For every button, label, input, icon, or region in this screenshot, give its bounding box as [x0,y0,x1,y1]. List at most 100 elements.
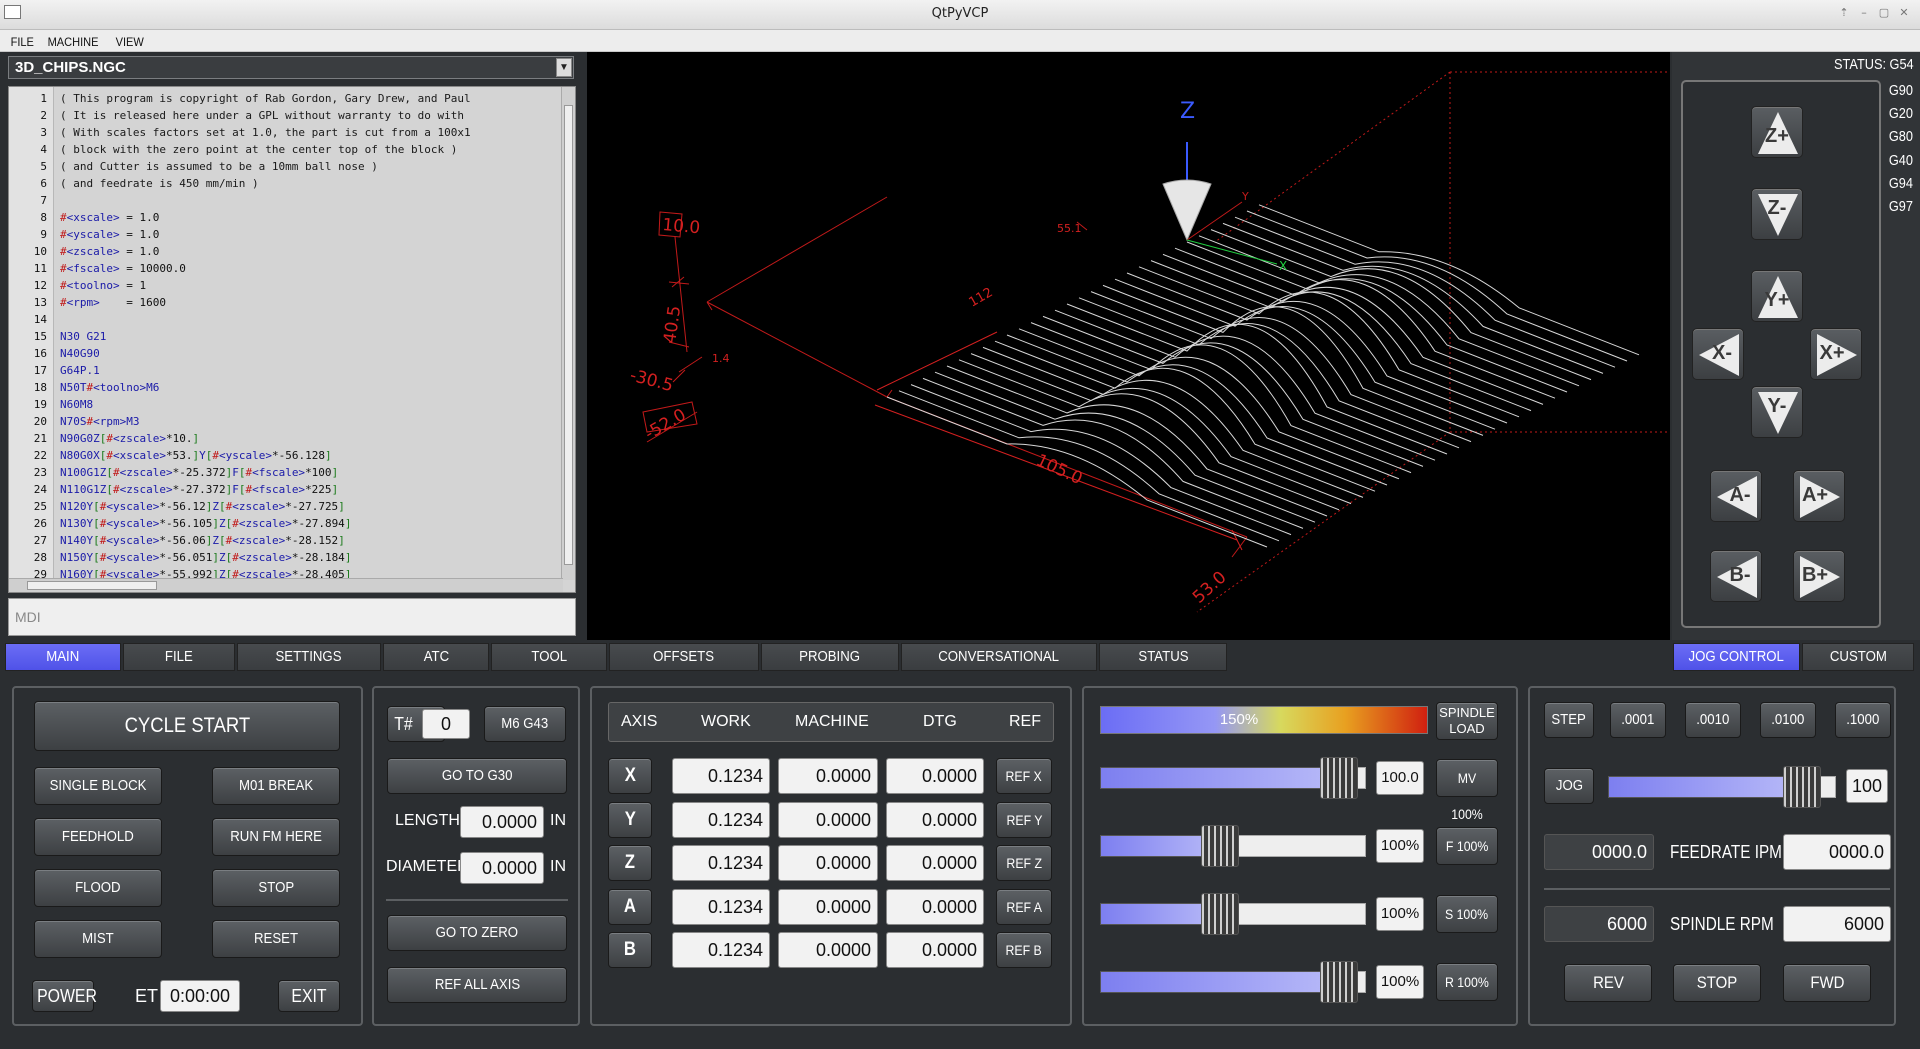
code-line[interactable]: 20 N70S#<rpm>M3 [9,413,575,430]
f-override-reset-button[interactable]: F 100% [1436,827,1498,865]
flood-button[interactable]: FLOOD [34,869,162,907]
code-line[interactable]: 25 N120Y[#<yscale>*-56.12]Z[#<zscale>*-27… [9,498,575,515]
m6-g43-button[interactable]: M6 G43 [484,706,566,742]
file-selector[interactable]: 3D_CHIPS.NGC ▼ [8,56,574,79]
jog-y-minus-button[interactable]: Y- [1751,386,1803,438]
tab-file[interactable]: FILE [123,643,235,671]
mv-override-reset-button[interactable]: MV 100% [1436,759,1498,822]
tab-conversational[interactable]: CONVERSATIONAL [901,643,1097,671]
close-icon[interactable]: ✕ [1898,7,1910,19]
code-line[interactable]: 8 #<xscale> = 1.0 [9,209,575,226]
backplot-viewport[interactable]: 10.0 40.5 -30.5 -52.0 105.0 53.0 112 55.… [587,52,1670,640]
jog-speed-slider[interactable] [1608,766,1836,808]
code-line[interactable]: 18 N50T#<toolno>M6 [9,379,575,396]
stop-button[interactable]: STOP [212,869,340,907]
jog-x-plus-button[interactable]: X+ [1810,328,1862,380]
spindle-stop-button[interactable]: STOP [1673,964,1761,1002]
code-line[interactable]: 7 [9,192,575,209]
menu-machine[interactable]: MACHINE [43,30,105,51]
keep-above-icon[interactable]: ⇡ [1838,7,1850,19]
code-line[interactable]: 22 N80G0X[#<xscale>*53.]Y[#<yscale>*-56.1… [9,447,575,464]
ref-z-button[interactable]: REF Z [996,845,1052,881]
jog-b-minus-button[interactable]: B- [1710,550,1762,602]
gcode-editor[interactable]: 1 ( This program is copyright of Rab Gord… [8,86,576,593]
chevron-down-icon[interactable]: ▼ [556,58,572,77]
slider-handle[interactable] [1320,757,1358,799]
spindle-rpm-set[interactable]: 6000 [1783,906,1891,942]
jog-z-minus-button[interactable]: Z- [1751,188,1803,240]
code-line[interactable]: 3 ( With scales factors set at 1.0, the p… [9,124,575,141]
menu-file[interactable]: FILE [6,30,40,51]
s-override-slider[interactable] [1100,893,1366,935]
jog-a-plus-button[interactable]: A+ [1793,470,1845,522]
code-line[interactable]: 19 N60M8 [9,396,575,413]
code-line[interactable]: 12 #<toolno> = 1 [9,277,575,294]
axis-z-button[interactable]: Z [608,845,652,881]
axis-x-button[interactable]: X [608,758,652,794]
slider-handle[interactable] [1783,766,1821,808]
go-to-zero-button[interactable]: GO TO ZERO [387,915,567,951]
scroll-thumb[interactable] [564,105,573,565]
code-line[interactable]: 10 #<zscale> = 1.0 [9,243,575,260]
m01-break-button[interactable]: M01 BREAK [212,767,340,805]
axis-b-button[interactable]: B [608,932,652,968]
reset-button[interactable]: RESET [212,920,340,958]
step-1000-button[interactable]: .1000 [1835,702,1891,738]
r-override-slider[interactable] [1100,961,1366,1003]
s-override-reset-button[interactable]: S 100% [1436,895,1498,933]
tab-custom[interactable]: CUSTOM [1802,643,1914,671]
work-position-x[interactable]: 0.1234 [672,758,770,794]
editor-vertical-scrollbar[interactable] [561,87,575,580]
jog-y-plus-button[interactable]: Y+ [1751,270,1803,322]
code-line[interactable]: 13 #<rpm> = 1600 [9,294,575,311]
axis-y-button[interactable]: Y [608,801,652,838]
tab-status[interactable]: STATUS [1099,643,1227,671]
tab-atc[interactable]: ATC [383,643,489,671]
slider-handle[interactable] [1201,825,1239,867]
mv-override-slider[interactable] [1100,757,1366,799]
jog-b-plus-button[interactable]: B+ [1793,550,1845,602]
ref-a-button[interactable]: REF A [996,888,1052,925]
code-line[interactable]: 1 ( This program is copyright of Rab Gord… [9,90,575,107]
jog-z-plus-button[interactable]: Z+ [1751,106,1803,158]
maximize-icon[interactable]: ▢ [1878,7,1890,19]
step-0100-button[interactable]: .0100 [1760,702,1816,738]
exit-button[interactable]: EXIT [278,980,340,1012]
code-line[interactable]: 28 N150Y[#<yscale>*-56.051]Z[#<zscale>*-2… [9,549,575,566]
jog-mode-button[interactable]: JOG [1544,768,1594,804]
axis-a-button[interactable]: A [608,888,652,925]
code-line[interactable]: 2 ( It is released here under a GPL witho… [9,107,575,124]
tab-probing[interactable]: PROBING [761,643,899,671]
step-0010-button[interactable]: .0010 [1685,702,1741,738]
mist-button[interactable]: MIST [34,920,162,958]
power-button[interactable]: POWER [32,980,97,1012]
code-line[interactable]: 11 #<fscale> = 10000.0 [9,260,575,277]
step-button[interactable]: STEP [1544,702,1594,738]
spindle-rev-button[interactable]: REV [1564,964,1652,1002]
tab-offsets[interactable]: OFFSETS [609,643,759,671]
single-block-button[interactable]: SINGLE BLOCK [34,767,162,805]
code-line[interactable]: 9 #<yscale> = 1.0 [9,226,575,243]
f-override-slider[interactable] [1100,825,1366,867]
tab-main[interactable]: MAIN [5,643,121,671]
code-line[interactable]: 14 [9,311,575,328]
code-line[interactable]: 4 ( block with the zero point at the cent… [9,141,575,158]
run-from-here-button[interactable]: RUN FM HERE [212,818,340,856]
code-line[interactable]: 24 N110G1Z[#<zscale>*-27.372]F[#<fscale>*… [9,481,575,498]
code-line[interactable]: 16 N40G90 [9,345,575,362]
jog-x-minus-button[interactable]: X- [1692,328,1744,380]
work-position-z[interactable]: 0.1234 [672,845,770,881]
slider-handle[interactable] [1201,893,1239,935]
code-line[interactable]: 23 N100G1Z[#<zscale>*-25.372]F[#<fscale>*… [9,464,575,481]
slider-handle[interactable] [1320,961,1358,1003]
work-position-a[interactable]: 0.1234 [672,888,770,925]
tab-settings[interactable]: SETTINGS [237,643,381,671]
ref-x-button[interactable]: REF X [996,758,1052,794]
menu-view[interactable]: VIEW [111,30,150,51]
work-position-y[interactable]: 0.1234 [672,801,770,838]
code-line[interactable]: 6 ( and feedrate is 450 mm/min ) [9,175,575,192]
code-line[interactable]: 5 ( and Cutter is assumed to be a 10mm ba… [9,158,575,175]
code-line[interactable]: 17 G64P.1 [9,362,575,379]
go-to-g30-button[interactable]: GO TO G30 [387,758,567,794]
ref-y-button[interactable]: REF Y [996,801,1052,838]
